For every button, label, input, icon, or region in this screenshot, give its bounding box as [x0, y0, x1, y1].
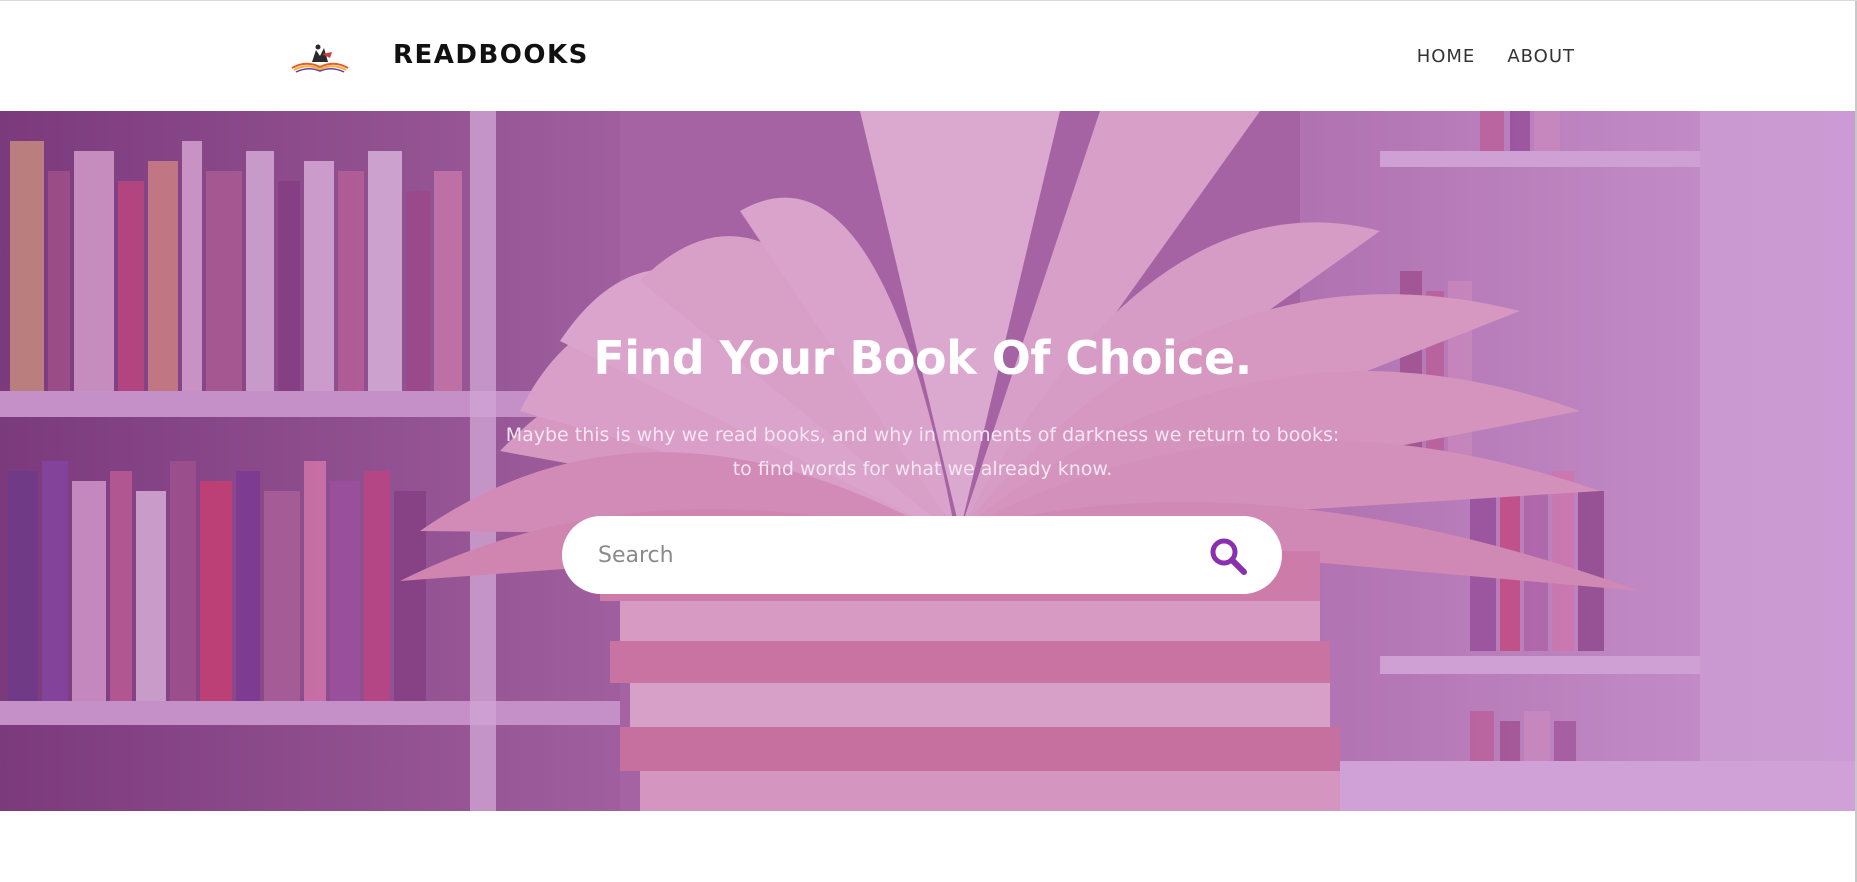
nav-about-link[interactable]: ABOUT [1507, 46, 1575, 67]
hero-subtitle-line-2: to find words for what we already know. [732, 458, 1113, 480]
search-input[interactable] [598, 535, 1158, 575]
site-header: READBOOKS HOME ABOUT [0, 2, 1855, 111]
nav-home-link[interactable]: HOME [1417, 46, 1476, 67]
hero-subtitle: Maybe this is why we read books, and why… [470, 418, 1375, 486]
main-nav: HOME ABOUT [1417, 46, 1575, 67]
hero-section: Find Your Book Of Choice. Maybe this is … [0, 111, 1855, 811]
page: READBOOKS HOME ABOUT Find Your Book Of C… [0, 0, 1857, 882]
brand-name[interactable]: READBOOKS [393, 40, 589, 70]
search-bar [562, 516, 1282, 594]
hero-subtitle-line-1: Maybe this is why we read books, and why… [505, 424, 1340, 446]
hero-title: Find Your Book Of Choice. [593, 331, 1252, 385]
logo-icon[interactable] [288, 40, 352, 74]
search-icon[interactable] [1208, 536, 1250, 578]
